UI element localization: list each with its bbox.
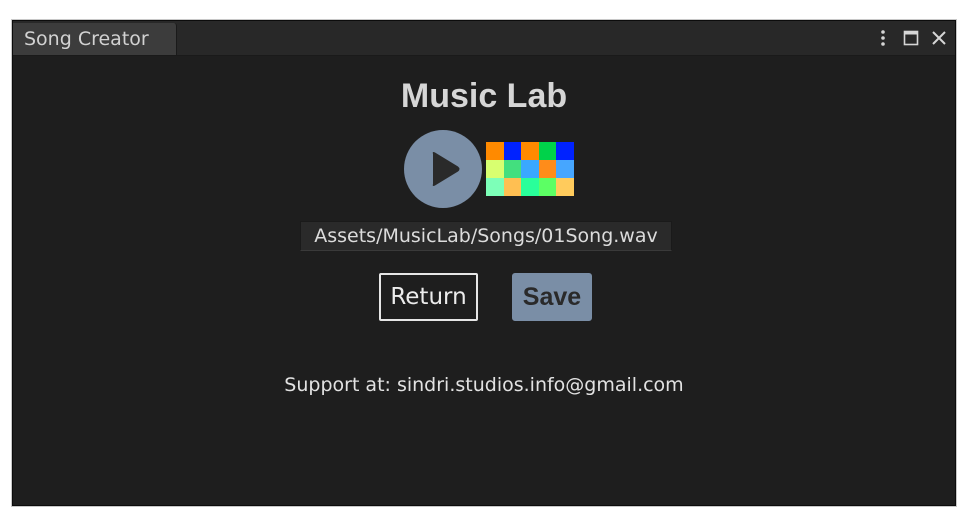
thumbnail-tile [503,160,522,178]
thumbnail-tile [503,142,522,160]
save-button[interactable]: Save [512,273,592,321]
thumbnail-tile [521,142,539,160]
window-controls [875,25,947,51]
thumbnail-tile [486,160,504,178]
tab-bar: Song Creator [13,21,955,56]
return-button[interactable]: Return [379,273,478,321]
thumbnail-tile [556,142,574,160]
thumbnail-tile [556,160,574,178]
play-icon [432,152,460,186]
close-icon[interactable] [931,27,947,49]
thumbnail-tile [503,178,522,196]
file-path-field[interactable]: Assets/MusicLab/Songs/01Song.wav [300,221,672,251]
thumbnail-tile [538,178,557,196]
support-text: Support at: sindri.studios.info@gmail.co… [284,374,684,396]
editor-window: Song Creator Music Lab Assets/MusicLab/S… [12,20,956,506]
tab-song-creator[interactable]: Song Creator [13,23,177,55]
thumbnail-tile [486,142,504,160]
thumbnail-tile [556,178,574,196]
page-title: Music Lab [400,77,568,115]
song-creator-panel: Music Lab Assets/MusicLab/Songs/01Song.w… [13,55,955,505]
thumbnail-tile [521,178,539,196]
thumbnail-tile [538,160,557,178]
thumbnail-tile [486,178,504,196]
vertical-dots-icon[interactable] [875,27,891,49]
thumbnail-tile [521,160,539,178]
play-button[interactable] [404,130,482,208]
maximize-icon[interactable] [903,27,919,49]
song-thumbnail[interactable] [486,142,574,196]
thumbnail-tile [538,142,557,160]
